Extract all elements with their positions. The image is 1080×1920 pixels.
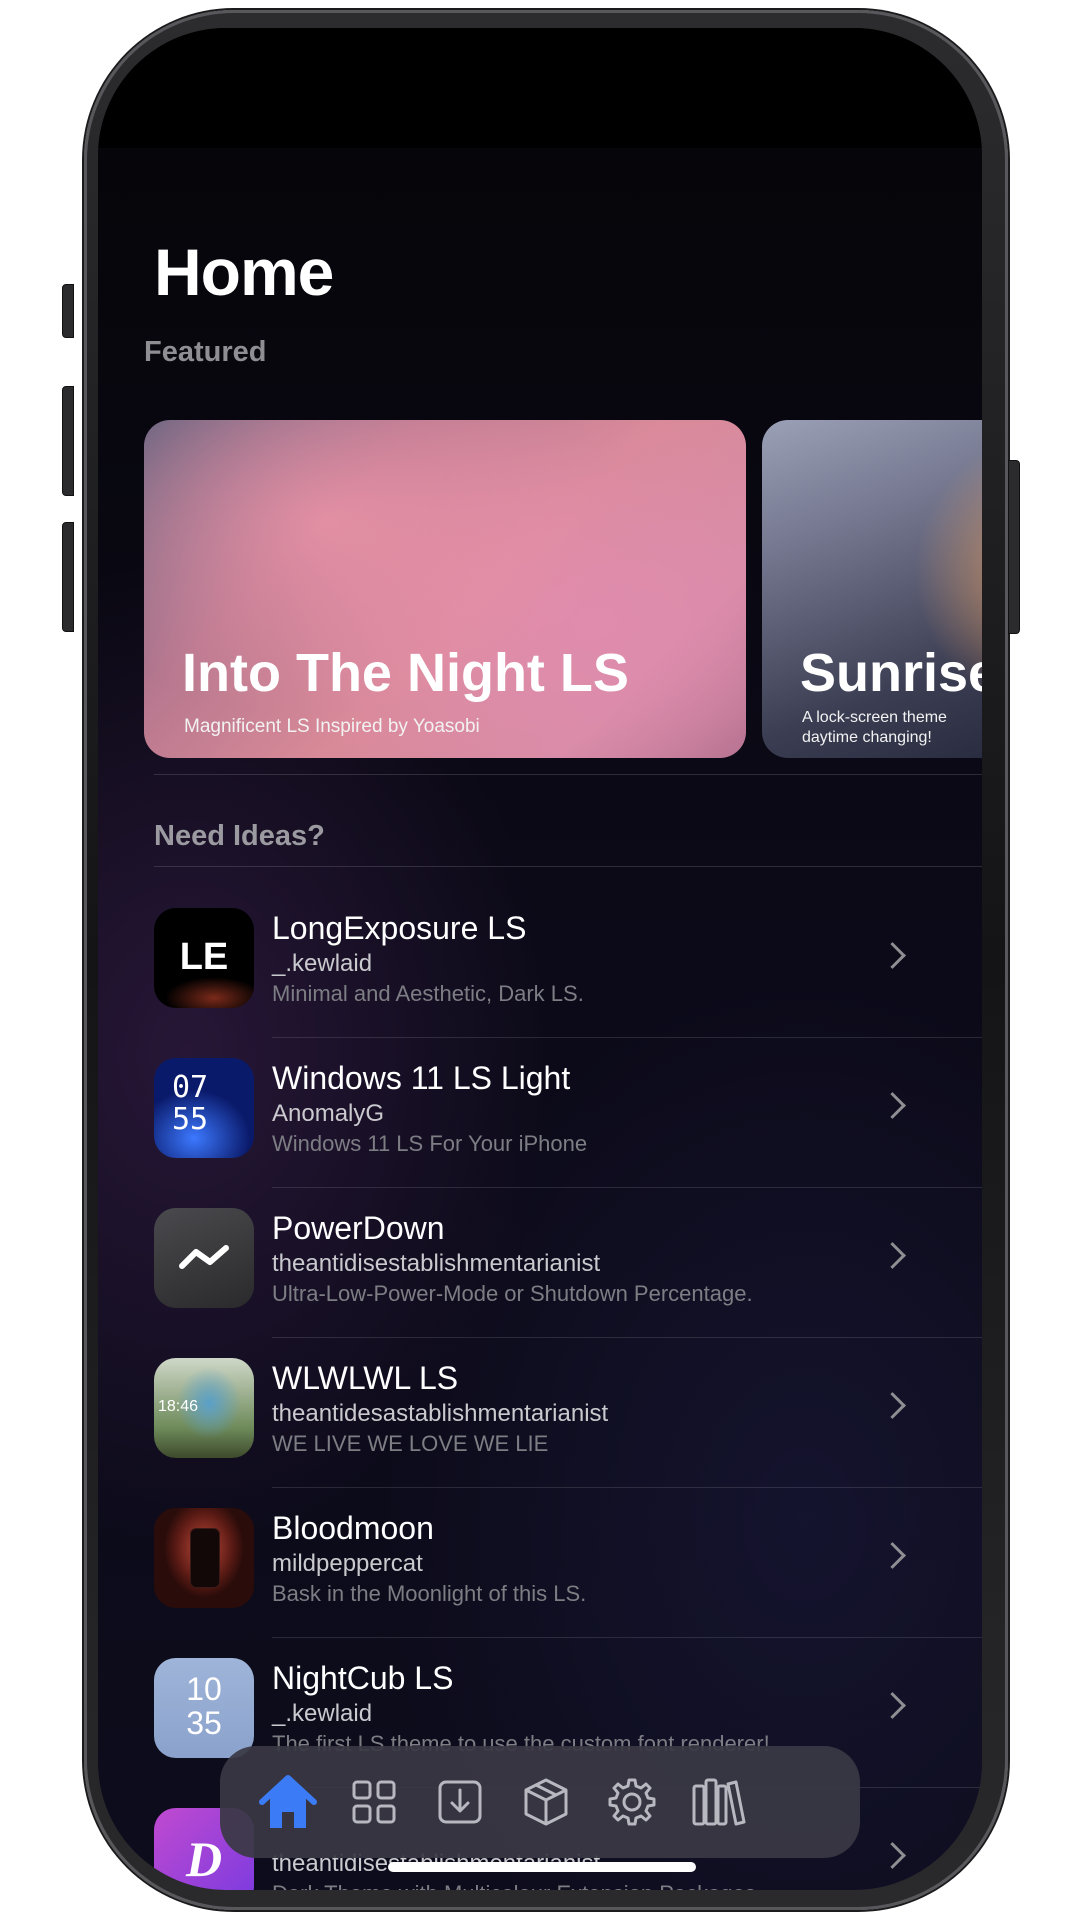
featured-divider bbox=[154, 774, 982, 775]
house-icon bbox=[259, 1775, 317, 1828]
power-button bbox=[1008, 460, 1020, 634]
item-title: PowerDown bbox=[272, 1210, 445, 1246]
featured-card-into-the-night[interactable]: Into The Night LS Magnificent LS Inspire… bbox=[144, 420, 746, 758]
wlwlwl-thumbnail: 18:46 bbox=[154, 1358, 254, 1458]
status-bar-area bbox=[98, 28, 982, 148]
item-author: AnomalyG bbox=[272, 1100, 385, 1127]
action-button bbox=[62, 284, 74, 338]
item-title: Windows 11 LS Light bbox=[272, 1060, 571, 1096]
chevron-right-icon bbox=[879, 1842, 906, 1869]
item-author: theantidesastablishmentarianist bbox=[272, 1400, 609, 1427]
featured-card-title: Into The Night LS bbox=[182, 643, 629, 703]
item-author: _.kewlaid bbox=[272, 1700, 373, 1727]
zigzag-icon bbox=[179, 1245, 229, 1269]
phone-silhouette bbox=[190, 1528, 220, 1588]
list-item[interactable]: 07 55 Windows 11 LS Light AnomalyG Windo… bbox=[98, 1038, 982, 1188]
item-description: Minimal and Aesthetic, Dark LS. bbox=[272, 981, 584, 1006]
powerdown-thumbnail bbox=[154, 1208, 254, 1308]
list-item[interactable]: 18:46 WLWLWL LS theantidesastablishmenta… bbox=[98, 1338, 982, 1488]
chevron-right-icon bbox=[879, 1092, 906, 1119]
thumbnail-text: LE bbox=[179, 936, 229, 978]
item-description: WE LIVE WE LOVE WE LIE bbox=[272, 1431, 549, 1456]
item-description: Bask in the Moonlight of this LS. bbox=[272, 1581, 587, 1606]
gear-icon bbox=[608, 1778, 656, 1826]
item-title: WLWLWL LS bbox=[272, 1360, 459, 1396]
tab-downloads[interactable] bbox=[428, 1772, 492, 1832]
featured-carousel[interactable]: Into The Night LS Magnificent LS Inspire… bbox=[144, 420, 982, 760]
chevron-right-icon bbox=[879, 1392, 906, 1419]
longexposure-thumbnail: LE bbox=[154, 908, 254, 1008]
featured-card-title: Sunrise bbox=[800, 643, 982, 703]
need-ideas-section-label: Need Ideas? bbox=[154, 820, 325, 852]
featured-card-subtitle: Magnificent LS Inspired by Yoasobi bbox=[184, 716, 480, 737]
item-title: LongExposure LS bbox=[272, 910, 527, 946]
list-item[interactable]: LE LongExposure LS _.kewlaid Minimal and… bbox=[98, 888, 982, 1038]
bloodmoon-thumbnail bbox=[154, 1508, 254, 1608]
featured-section-label: Featured bbox=[144, 336, 267, 368]
item-author: theantidisestablishmentarianist bbox=[272, 1250, 601, 1277]
nightcub-thumbnail: 10 35 bbox=[154, 1658, 254, 1758]
home-indicator[interactable] bbox=[388, 1862, 696, 1872]
package-box-icon bbox=[524, 1778, 568, 1826]
featured-card-subtitle: A lock-screen theme daytime changing! bbox=[802, 709, 947, 746]
grid-icon bbox=[352, 1780, 396, 1824]
tab-browse[interactable] bbox=[342, 1772, 406, 1832]
app-screen: Home Featured Into The Night LS Magnific… bbox=[98, 28, 982, 1890]
page-title: Home bbox=[154, 235, 334, 309]
tab-home[interactable] bbox=[256, 1772, 320, 1832]
chevron-right-icon bbox=[879, 1242, 906, 1269]
thumbnail-text: 10 35 bbox=[186, 1671, 222, 1741]
ideas-divider bbox=[154, 866, 982, 867]
item-title: Bloodmoon bbox=[272, 1510, 434, 1546]
library-books-icon bbox=[692, 1778, 746, 1826]
tab-settings[interactable] bbox=[600, 1772, 664, 1832]
download-tray-icon bbox=[438, 1780, 482, 1824]
item-description: Windows 11 LS For Your iPhone bbox=[272, 1131, 588, 1156]
item-title: NightCub LS bbox=[272, 1660, 454, 1696]
item-author: mildpeppercat bbox=[272, 1550, 423, 1577]
tab-packages[interactable] bbox=[514, 1772, 578, 1832]
list-item[interactable]: Bloodmoon mildpeppercat Bask in the Moon… bbox=[98, 1488, 982, 1638]
thumbnail-text: 18:46 bbox=[158, 1398, 199, 1415]
tab-bar bbox=[220, 1746, 860, 1858]
featured-card-sunrise[interactable]: Sunrise A lock-screen theme daytime chan… bbox=[762, 420, 982, 758]
item-description: Ultra-Low-Power-Mode or Shutdown Percent… bbox=[272, 1281, 753, 1306]
volume-down-button bbox=[62, 522, 74, 632]
tab-library[interactable] bbox=[686, 1772, 750, 1832]
windows11-thumbnail: 07 55 bbox=[154, 1058, 254, 1158]
item-description: Dark Theme with Multicolour Extension Pa… bbox=[272, 1881, 756, 1890]
chevron-right-icon bbox=[879, 1542, 906, 1569]
volume-up-button bbox=[62, 386, 74, 496]
chevron-right-icon bbox=[879, 1692, 906, 1719]
chevron-right-icon bbox=[879, 942, 906, 969]
item-author: _.kewlaid bbox=[272, 950, 373, 977]
thumbnail-text: 07 55 bbox=[172, 1070, 209, 1137]
list-item[interactable]: PowerDown theantidisestablishmentarianis… bbox=[98, 1188, 982, 1338]
